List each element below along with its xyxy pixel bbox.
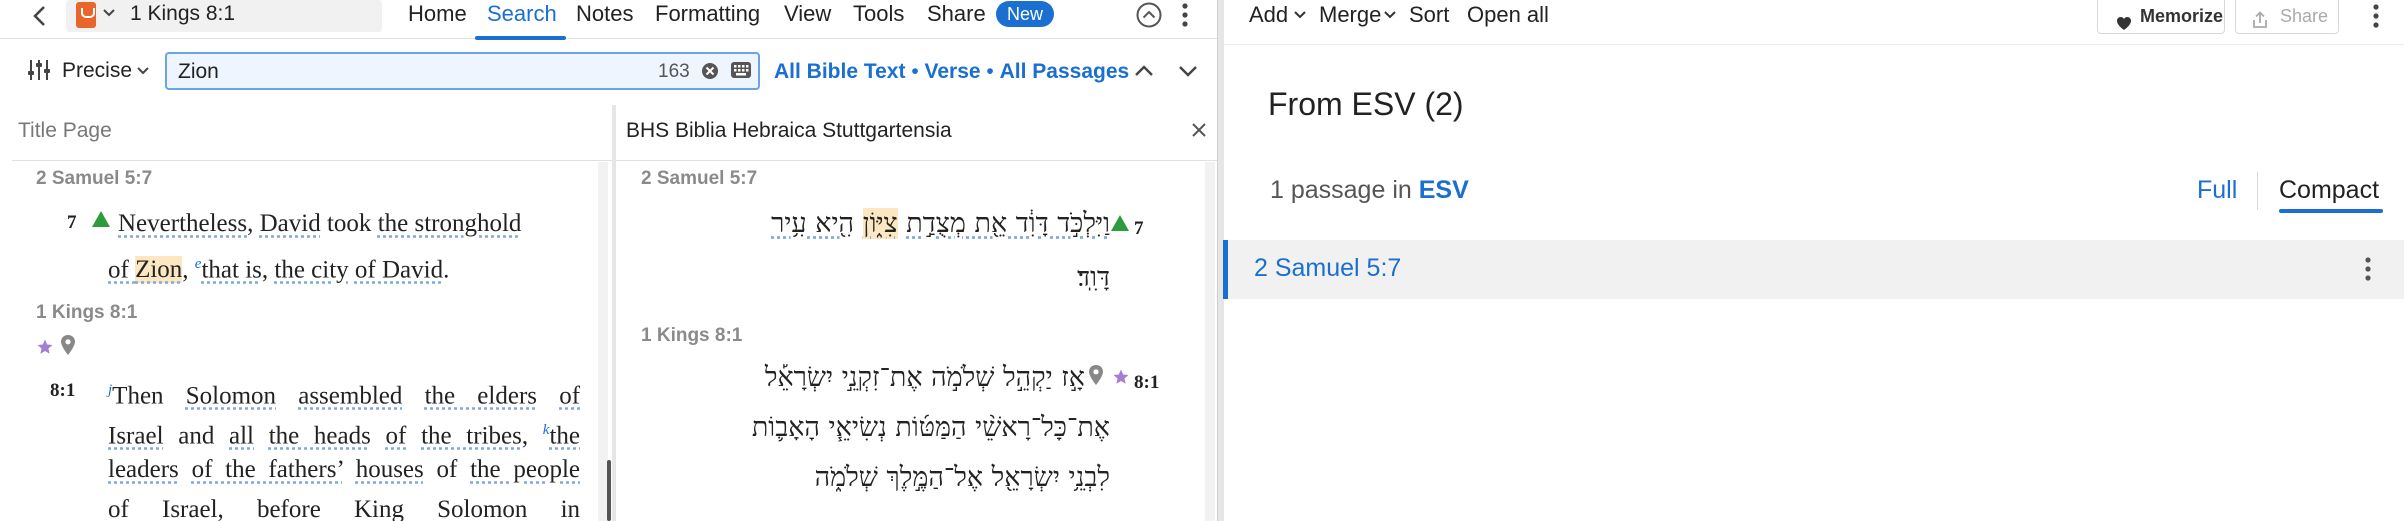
book-icon [76, 2, 96, 28]
scope-all-bible-text[interactable]: All Bible Text [774, 60, 905, 83]
section-reference[interactable]: 2 Samuel 5:7 [641, 168, 757, 190]
hebrew-verse-line: אָ֣ז יַקְהֵ֣ל שְׁלֹמֹ֣ה אֶת־זִקְנֵ֣י יִש… [764, 362, 1085, 393]
active-tab-indicator [475, 36, 566, 40]
section-reference[interactable]: 2 Samuel 5:7 [36, 168, 152, 190]
star-icon[interactable] [36, 338, 54, 361]
verse-text: Nevertheless, David took the stronghold [118, 210, 522, 237]
menu-search[interactable]: Search [487, 0, 557, 34]
menu-notes[interactable]: Notes [576, 0, 633, 34]
panel-right-scrollbar[interactable] [1205, 162, 1215, 521]
passage-count-prefix: 1 passage in [1270, 176, 1412, 204]
hebrew-verse-line: וַיִּלְכֹּ֣ד דָּוִ֔ד אֵ֖ת מְצֻדַ֣ת צִיּ֑… [640, 202, 1110, 246]
verse-number: 7 [67, 212, 77, 233]
new-badge[interactable]: New [996, 1, 1055, 27]
passage-list-pane: Add Merge Sort Open all Memorize Share F… [1223, 0, 2404, 521]
hebrew-words: הִ֖יא עִ֥יר [771, 208, 855, 239]
panel-right-title[interactable]: BHS Biblia Hebraica Stuttgartensia [626, 119, 952, 143]
more-vertical-icon[interactable] [2371, 2, 2381, 35]
merge-menu[interactable]: Merge [1319, 0, 1381, 32]
share-icon [2252, 7, 2268, 39]
more-vertical-icon[interactable] [2363, 255, 2373, 288]
scope-links: All Bible Text • Verse • All Passages [774, 57, 1129, 87]
verse-number: 8:1 [50, 380, 76, 401]
heart-icon [2116, 9, 2132, 41]
triangle-icon [91, 210, 111, 233]
main-pane: 1 Kings 8:1 Home Search Notes Formatting… [0, 0, 1217, 521]
chevron-down-icon[interactable] [1293, 8, 1307, 27]
section-reference[interactable]: 1 Kings 8:1 [641, 325, 742, 347]
verse-text-line: of Zion, ethat is, the city of David. [108, 256, 450, 284]
menu-share[interactable]: Share [927, 0, 986, 34]
passage-reference[interactable]: 2 Samuel 5:7 [1254, 254, 1401, 283]
add-menu[interactable]: Add [1249, 0, 1288, 32]
view-full-toggle[interactable]: Full [2197, 176, 2237, 205]
close-icon[interactable] [1190, 121, 1208, 144]
passage-count: 1 passage in ESV [1270, 176, 1469, 205]
more-vertical-icon[interactable] [1180, 1, 1190, 34]
scope-separator: • [911, 60, 919, 83]
hebrew-verse-line: אֶת־כָּל־רָאשֵׁ֨י הַמַּטּ֜וֹת נְשִׂיאֵ֧י… [751, 412, 1110, 443]
version-link[interactable]: ESV [1419, 176, 1469, 204]
share-button[interactable]: Share [2235, 0, 2339, 34]
section-reference[interactable]: 1 Kings 8:1 [36, 302, 137, 324]
search-mode-select[interactable]: Precise [62, 56, 132, 86]
menu-formatting[interactable]: Formatting [655, 0, 760, 34]
share-label: Share [2280, 6, 2329, 26]
right-toolbar [1223, 0, 2404, 45]
memorize-label: Memorize [2140, 6, 2224, 26]
resource-title: 1 Kings 8:1 [130, 2, 236, 25]
verse-text-line: leaders of the fathers’ houses of the pe… [108, 456, 581, 483]
sliders-icon[interactable] [26, 58, 52, 87]
view-compact-toggle[interactable]: Compact [2279, 176, 2379, 205]
selected-view-underline [2279, 209, 2383, 213]
chevron-down-icon[interactable] [102, 6, 116, 25]
menu-home[interactable]: Home [408, 0, 467, 34]
chevron-down-icon[interactable] [1383, 8, 1397, 27]
scope-separator: • [986, 60, 994, 83]
clear-search-icon[interactable] [700, 61, 720, 86]
hebrew-words: וַיִּלְכֹּ֣ד דָּוִ֔ד אֵ֖ת מְצֻדַ֣ת [906, 208, 1110, 239]
map-pin-icon[interactable] [60, 334, 76, 361]
back-icon[interactable] [30, 4, 50, 28]
triangle-icon [1110, 214, 1130, 237]
hebrew-verse-line: דָּוִֽד׃ [1077, 262, 1110, 293]
verse-text-line: of Israel, before King Solomon in [108, 496, 581, 521]
menu-tools[interactable]: Tools [853, 0, 904, 34]
scrollbar-thumb[interactable] [607, 460, 611, 521]
memorize-button[interactable]: Memorize [2097, 0, 2225, 34]
view-toggle-divider [2257, 172, 2258, 210]
scope-all-passages[interactable]: All Passages [1000, 60, 1130, 83]
result-count: 163 [658, 61, 690, 82]
hebrew-verse-line: לִבְנֵ֥י יִשְׂרָאֵ֖ל אֶל־הַמֶּ֣לֶךְ שְׁל… [814, 462, 1110, 493]
up-circle-icon[interactable] [1135, 1, 1163, 34]
chevron-up-icon[interactable] [1132, 60, 1156, 87]
hebrew-highlight-zion: צִיּ֑וֹן [862, 208, 898, 239]
chevron-down-icon[interactable] [1176, 60, 1200, 87]
panel-divider [612, 105, 616, 521]
menu-view[interactable]: View [784, 0, 831, 34]
search-query[interactable]: Zion [178, 57, 219, 87]
map-pin-icon[interactable] [1088, 364, 1104, 391]
sort-button[interactable]: Sort [1409, 0, 1449, 32]
keyboard-icon[interactable] [730, 61, 752, 84]
passage-list-item[interactable]: 2 Samuel 5:7 [1223, 240, 2404, 299]
star-icon[interactable] [1112, 368, 1130, 391]
panel-left-title[interactable]: Title Page [18, 119, 112, 143]
page-title: From ESV (2) [1268, 86, 1464, 122]
verse-number: 8:1 [1134, 372, 1160, 393]
open-all-button[interactable]: Open all [1467, 0, 1549, 32]
verse-number: 7 [1134, 218, 1144, 239]
scope-verse[interactable]: Verse [925, 60, 981, 83]
chevron-down-icon[interactable] [136, 64, 150, 83]
